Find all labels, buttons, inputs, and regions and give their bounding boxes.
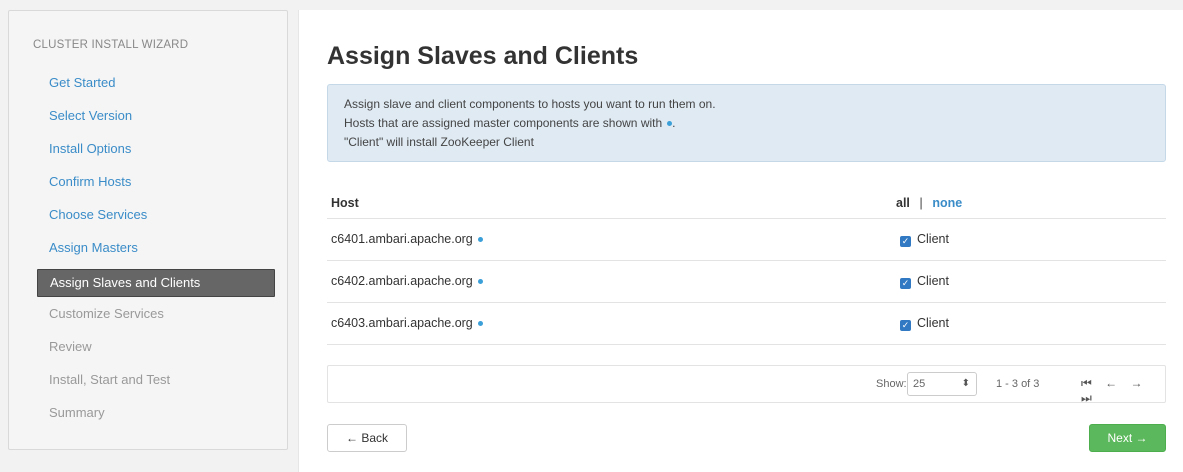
prev-page-icon[interactable]: ← — [1105, 376, 1117, 390]
wizard-steps: Get Started Select Version Install Optio… — [37, 69, 275, 432]
master-indicator-icon — [477, 279, 483, 285]
master-indicator-icon — [477, 237, 483, 243]
step-select-version[interactable]: Select Version — [37, 102, 275, 135]
wizard-sidebar: CLUSTER INSTALL WIZARD Get Started Selec… — [8, 10, 288, 450]
show-label: Show: — [876, 378, 907, 390]
step-review: Review — [49, 339, 92, 354]
hosts-table: Host all | none c6401.ambari.apache.org … — [327, 188, 1166, 345]
component-column-header: all | none — [896, 188, 1166, 219]
client-checkbox[interactable]: ✓ — [900, 277, 911, 289]
page-size-select[interactable]: 25 ⬍ — [907, 372, 977, 396]
host-cell: c6402.ambari.apache.org — [327, 260, 896, 303]
client-checkbox[interactable]: ✓ — [900, 319, 911, 331]
page-range: 1 - 3 of 3 — [996, 378, 1040, 390]
component-label: Client — [917, 273, 949, 288]
table-row: c6403.ambari.apache.org ✓ Client — [327, 302, 1166, 345]
host-cell: c6403.ambari.apache.org — [327, 302, 896, 345]
host-name: c6401.ambari.apache.org — [331, 232, 473, 246]
host-name: c6402.ambari.apache.org — [331, 274, 473, 288]
step-install-options[interactable]: Install Options — [37, 135, 275, 168]
wizard-title: CLUSTER INSTALL WIZARD — [33, 39, 189, 51]
table-row: c6402.ambari.apache.org ✓ Client — [327, 260, 1166, 303]
pagination-bar: Show: 25 ⬍ 1 - 3 of 3 ⏮ ← → ⏭ — [327, 365, 1166, 406]
step-choose-services[interactable]: Choose Services — [37, 201, 275, 234]
page-title: Assign Slaves and Clients — [327, 42, 639, 70]
select-caret-icon: ⬍ — [961, 378, 970, 389]
info-line-2: Hosts that are assigned master component… — [344, 116, 676, 130]
master-indicator-icon — [477, 321, 483, 327]
step-get-started[interactable]: Get Started — [37, 69, 275, 102]
first-page-icon[interactable]: ⏮ — [1081, 376, 1092, 390]
table-header-row: Host all | none — [327, 188, 1166, 219]
header-separator: | — [919, 195, 923, 210]
host-column-header: Host — [327, 188, 896, 219]
component-label: Client — [917, 231, 949, 246]
step-assign-masters[interactable]: Assign Masters — [37, 234, 275, 267]
step-confirm-hosts[interactable]: Confirm Hosts — [37, 168, 275, 201]
host-name: c6403.ambari.apache.org — [331, 316, 473, 330]
step-customize-services: Customize Services — [49, 306, 164, 321]
info-alert: Assign slave and client components to ho… — [327, 84, 1166, 162]
info-line-1: Assign slave and client components to ho… — [344, 97, 716, 111]
component-label: Client — [917, 315, 949, 330]
step-install-start-test: Install, Start and Test — [49, 372, 171, 387]
last-page-icon[interactable]: ⏭ — [1081, 391, 1092, 405]
next-button[interactable]: Next → — [1089, 424, 1166, 452]
client-checkbox[interactable]: ✓ — [900, 235, 911, 247]
step-summary: Summary — [49, 405, 105, 420]
back-button[interactable]: ← Back — [327, 424, 407, 452]
component-cell: ✓ Client — [896, 302, 1166, 345]
table-row: c6401.ambari.apache.org ✓ Client — [327, 218, 1166, 261]
select-all-label[interactable]: all — [896, 196, 910, 210]
select-none-link[interactable]: none — [932, 196, 962, 210]
component-cell: ✓ Client — [896, 260, 1166, 303]
info-line-3: "Client" will install ZooKeeper Client — [344, 135, 534, 149]
master-indicator-icon — [667, 121, 673, 127]
main-panel: Assign Slaves and Clients Assign slave a… — [298, 10, 1183, 472]
next-page-icon[interactable]: → — [1131, 376, 1143, 390]
host-cell: c6401.ambari.apache.org — [327, 218, 896, 261]
page-size-value: 25 — [913, 378, 926, 390]
pager-controls: ⏮ ← → ⏭ — [1081, 376, 1165, 406]
step-assign-slaves-and-clients: Assign Slaves and Clients — [37, 269, 275, 297]
component-cell: ✓ Client — [896, 218, 1166, 261]
